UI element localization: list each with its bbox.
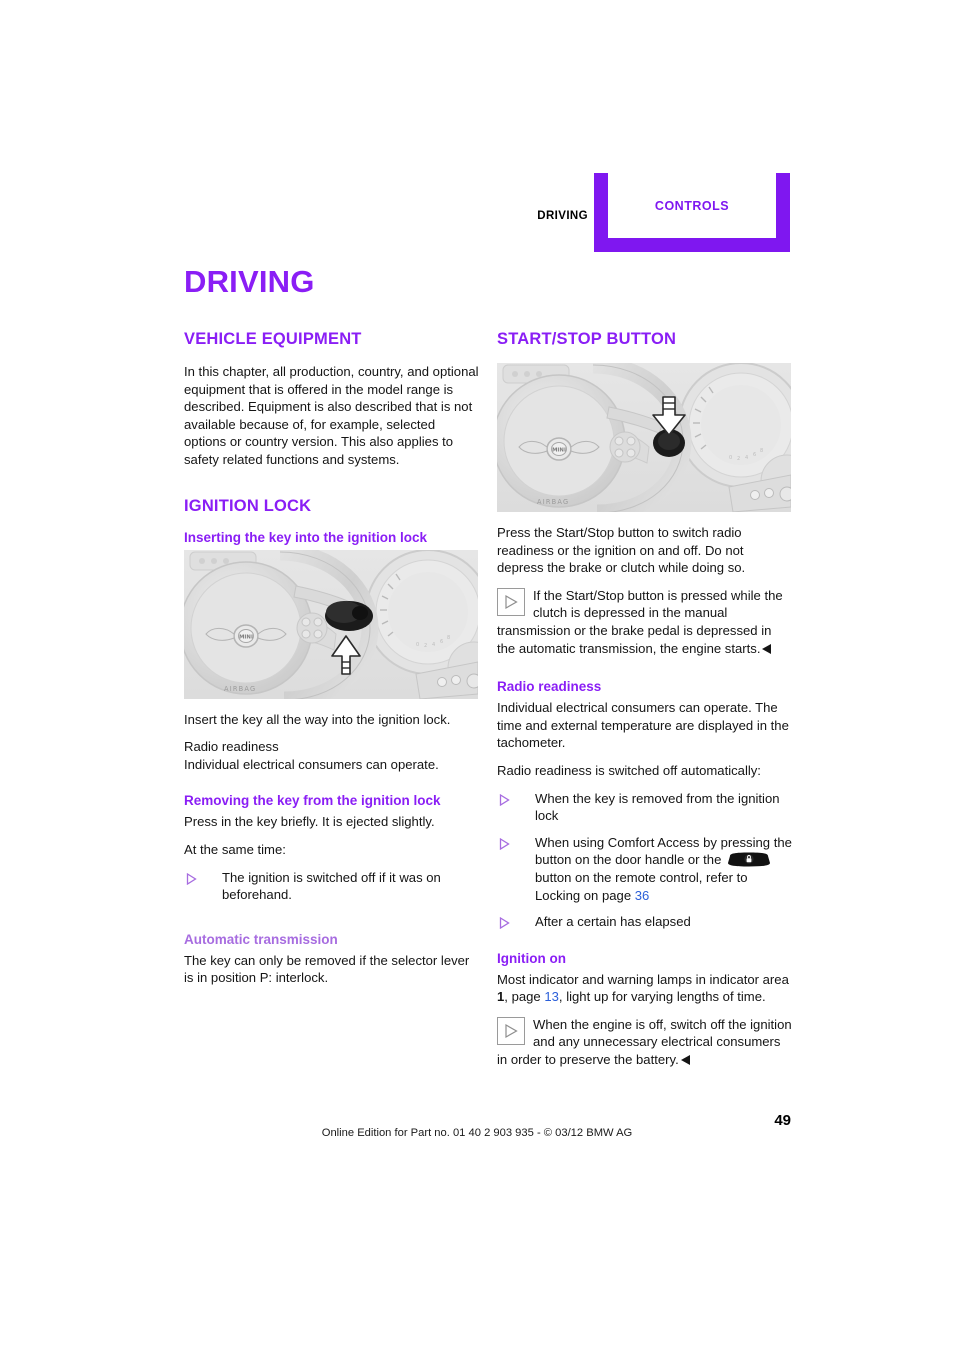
list-item-label: After a certain has elapsed xyxy=(535,914,691,930)
radio-readiness-paragraph-1: Individual electrical consumers can oper… xyxy=(497,700,789,751)
figure-start-stop-button: 02 46 8 MINI AIRBAG xyxy=(497,363,791,512)
triangle-bullet-icon xyxy=(186,872,197,885)
svg-text:AIRBAG: AIRBAG xyxy=(537,498,569,506)
ignition-on-text-middle: , page xyxy=(504,989,541,1005)
svg-text:2: 2 xyxy=(424,643,427,649)
svg-text:MINI: MINI xyxy=(552,448,566,454)
removing-key-paragraph-2: At the same time: xyxy=(184,841,286,857)
start-stop-paragraph: Press the Start/Stop button to switch ra… xyxy=(497,525,746,576)
removing-key-paragraph-1: Press in the key briefly. It is ejected … xyxy=(184,814,435,830)
note-text: When the engine is off, switch off the i… xyxy=(497,1016,792,1068)
ignition-on-text-after: , light up for varying lengths of time. xyxy=(558,989,766,1005)
list-item-label: When the key is removed from the ignitio… xyxy=(535,790,780,824)
left-column: VEHICLE EQUIPMENT In this chapter, all p… xyxy=(184,330,480,997)
running-header: DRIVING CONTROLS xyxy=(0,170,954,260)
vehicle-equipment-paragraph: In this chapter, all production, country… xyxy=(184,364,479,467)
radio-readiness-text-left: Individual electrical consumers can oper… xyxy=(184,756,439,772)
note-end-marker xyxy=(762,643,772,654)
removing-key-bullet-list: The ignition is switched off if it was o… xyxy=(184,869,480,904)
svg-text:8: 8 xyxy=(447,635,450,641)
ignition-on-paragraph: Most indicator and warning lamps in indi… xyxy=(497,971,793,1006)
note-triangle-icon xyxy=(497,587,525,616)
svg-text:0: 0 xyxy=(416,642,419,648)
document-page: DRIVING CONTROLS DRIVING VEHICLE EQUIPME… xyxy=(0,0,954,1350)
svg-text:6: 6 xyxy=(753,452,756,458)
note-triangle-icon xyxy=(497,1016,525,1045)
triangle-bullet-icon xyxy=(499,916,510,930)
radio-readiness-paragraph-2: Radio readiness is switched off automati… xyxy=(497,762,761,778)
list-item: The ignition is switched off if it was o… xyxy=(184,869,480,904)
radio-readiness-bullet-list: When the key is removed from the ignitio… xyxy=(497,790,793,931)
note-block-ignition-on: When the engine is off, switch off the i… xyxy=(497,1016,793,1069)
page-title: DRIVING xyxy=(184,264,315,299)
footer-edition-text: Online Edition for Part no. 01 40 2 903 … xyxy=(321,1127,633,1139)
svg-text:0: 0 xyxy=(729,455,732,461)
list-item-label: The ignition is switched off if it was o… xyxy=(222,869,441,903)
subheading-removing-key: Removing the key from the ignition lock xyxy=(184,793,441,809)
list-item: When the key is removed from the ignitio… xyxy=(497,790,793,825)
section-heading-start-stop-button: START/STOP BUTTON xyxy=(497,330,677,348)
figure-ignition-lock-insert: 02 46 8 MINI AIRBAG xyxy=(184,549,478,699)
page-reference-link[interactable]: 36 xyxy=(635,888,650,903)
page-reference-link[interactable]: 13 xyxy=(544,989,559,1004)
subheading-ignition-on: Ignition on xyxy=(497,950,566,966)
svg-text:6: 6 xyxy=(440,639,443,645)
section-heading-ignition-lock: IGNITION LOCK xyxy=(184,496,312,515)
subheading-inserting-key: Inserting the key into the ignition lock xyxy=(184,529,428,545)
right-column: START/STOP BUTTON 0 2 4 6 8 MINI AIRBAG … xyxy=(497,330,793,1081)
svg-text:8: 8 xyxy=(760,448,763,454)
subheading-automatic-transmission: Automatic transmission xyxy=(184,931,338,947)
remote-lock-button-icon xyxy=(727,852,771,867)
automatic-transmission-paragraph: The key can only be removed if the selec… xyxy=(184,952,470,986)
ignition-on-text-before: Most indicator and warning lamps in indi… xyxy=(497,971,789,987)
svg-text:MINI: MINI xyxy=(239,634,253,640)
list-item: When using Comfort Access by pressing th… xyxy=(497,834,793,904)
note-block-start-stop: If the Start/Stop button is pressed whil… xyxy=(497,587,793,657)
subheading-radio-readiness: Radio readiness xyxy=(497,679,602,695)
note-end-marker xyxy=(680,1055,690,1066)
header-chapter-label: DRIVING xyxy=(537,210,588,222)
section-heading-vehicle-equipment: VEHICLE EQUIPMENT xyxy=(184,330,362,348)
triangle-bullet-icon xyxy=(499,837,510,850)
list-item: After a certain has elapsed xyxy=(497,913,793,931)
page-number: 49 xyxy=(774,1112,791,1129)
note-text: If the Start/Stop button is pressed whil… xyxy=(497,587,783,656)
insert-key-paragraph: Insert the key all the way into the igni… xyxy=(184,711,451,727)
svg-text:AIRBAG: AIRBAG xyxy=(224,685,256,693)
radio-readiness-label-left: Radio readiness xyxy=(184,739,279,755)
svg-text:2: 2 xyxy=(737,456,740,462)
svg-text:4: 4 xyxy=(745,455,748,461)
header-tab-label: CONTROLS xyxy=(654,198,730,213)
svg-text:4: 4 xyxy=(432,642,435,648)
triangle-bullet-icon xyxy=(499,793,510,806)
